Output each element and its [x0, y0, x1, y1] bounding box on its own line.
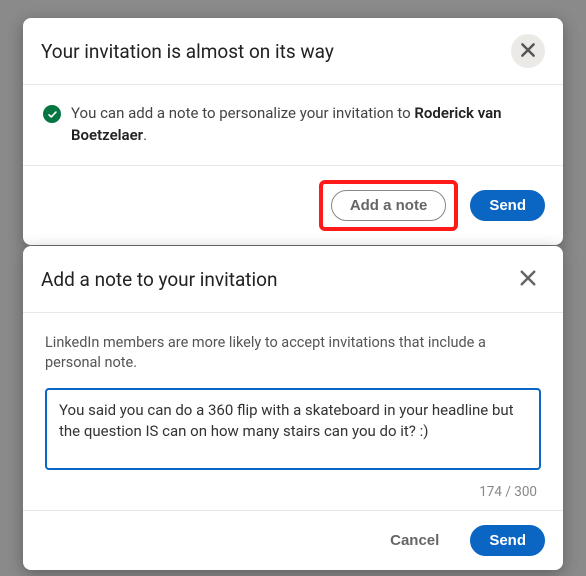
- add-note-button[interactable]: Add a note: [331, 190, 447, 221]
- tutorial-highlight: Add a note: [319, 180, 459, 231]
- info-suffix: .: [143, 126, 147, 144]
- cancel-button[interactable]: Cancel: [371, 525, 458, 556]
- send-button[interactable]: Send: [470, 525, 545, 556]
- close-button[interactable]: [511, 262, 545, 296]
- close-button[interactable]: [511, 34, 545, 68]
- send-button[interactable]: Send: [470, 190, 545, 221]
- modal-title: Your invitation is almost on its way: [41, 40, 334, 63]
- add-note-modal: Add a note to your invitation LinkedIn m…: [23, 246, 563, 570]
- modal-header: Your invitation is almost on its way: [23, 18, 563, 85]
- note-textarea[interactable]: [45, 388, 541, 470]
- modal-header: Add a note to your invitation: [23, 246, 563, 313]
- close-icon: [518, 268, 538, 291]
- info-prefix: You can add a note to personalize your i…: [71, 104, 414, 122]
- hint-text: LinkedIn members are more likely to acce…: [23, 313, 563, 388]
- char-counter: 174 / 300: [23, 480, 563, 510]
- modal-title: Add a note to your invitation: [41, 268, 277, 291]
- invitation-confirm-modal: Your invitation is almost on its way You…: [23, 18, 563, 245]
- check-circle-icon: [43, 105, 61, 123]
- close-icon: [519, 41, 537, 62]
- modal-footer: Add a note Send: [23, 166, 563, 245]
- note-field-wrap: [23, 388, 563, 480]
- info-row: You can add a note to personalize your i…: [23, 85, 563, 166]
- info-text: You can add a note to personalize your i…: [71, 103, 543, 147]
- modal-footer: Cancel Send: [23, 510, 563, 570]
